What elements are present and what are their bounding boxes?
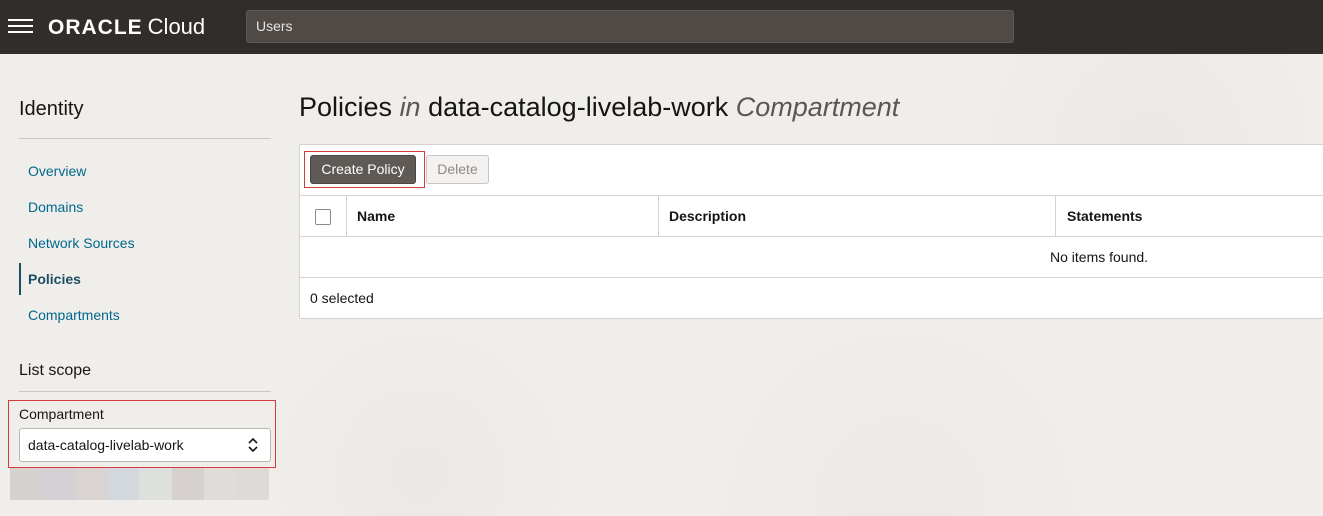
create-policy-button[interactable]: Create Policy [310, 155, 416, 184]
menu-icon[interactable] [8, 18, 33, 35]
search-input[interactable]: Users [246, 10, 1014, 43]
sidebar-item-overview[interactable]: Overview [19, 155, 271, 187]
select-all-checkbox[interactable] [315, 209, 331, 225]
table-footer-border [300, 277, 1323, 278]
title-in: in [399, 92, 421, 122]
table-header-bottom-border [300, 236, 1323, 237]
sidebar-item-network-sources[interactable]: Network Sources [19, 227, 271, 259]
logo-product: Cloud [147, 14, 206, 39]
compartment-label: Compartment [19, 406, 104, 422]
sidebar-title: Identity [19, 98, 84, 120]
compartment-select-value: data-catalog-livelab-work [28, 437, 184, 453]
title-compartment-name: data-catalog-livelab-work [428, 92, 729, 122]
column-header-statements[interactable]: Statements [1067, 208, 1142, 224]
top-navigation-bar: ORACLE Cloud Users [0, 0, 1323, 54]
sidebar-divider [19, 138, 271, 139]
sidebar-item-compartments[interactable]: Compartments [19, 299, 271, 331]
sidebar-item-policies[interactable]: Policies [19, 263, 271, 295]
page-title: Policies in data-catalog-livelab-work Co… [299, 92, 899, 123]
compartment-select[interactable]: data-catalog-livelab-work [19, 428, 271, 462]
title-suffix: Compartment [735, 92, 900, 122]
empty-table-message: No items found. [1050, 249, 1149, 265]
chevron-up-down-icon [248, 437, 258, 453]
selected-count: 0 selected [310, 290, 374, 306]
column-divider [658, 196, 659, 237]
column-header-name[interactable]: Name [357, 208, 395, 224]
delete-button[interactable]: Delete [426, 155, 489, 184]
list-scope-title: List scope [19, 362, 92, 379]
column-divider [1055, 196, 1056, 237]
oracle-cloud-logo[interactable]: ORACLE Cloud [48, 13, 205, 41]
column-divider [346, 196, 347, 237]
sidebar-item-domains[interactable]: Domains [19, 191, 271, 223]
blurred-strip [10, 468, 270, 500]
scope-divider [19, 391, 271, 392]
title-resource: Policies [299, 92, 393, 122]
column-header-description[interactable]: Description [669, 208, 746, 224]
logo-brand: ORACLE [48, 16, 143, 39]
table-header-top-border [300, 195, 1323, 196]
